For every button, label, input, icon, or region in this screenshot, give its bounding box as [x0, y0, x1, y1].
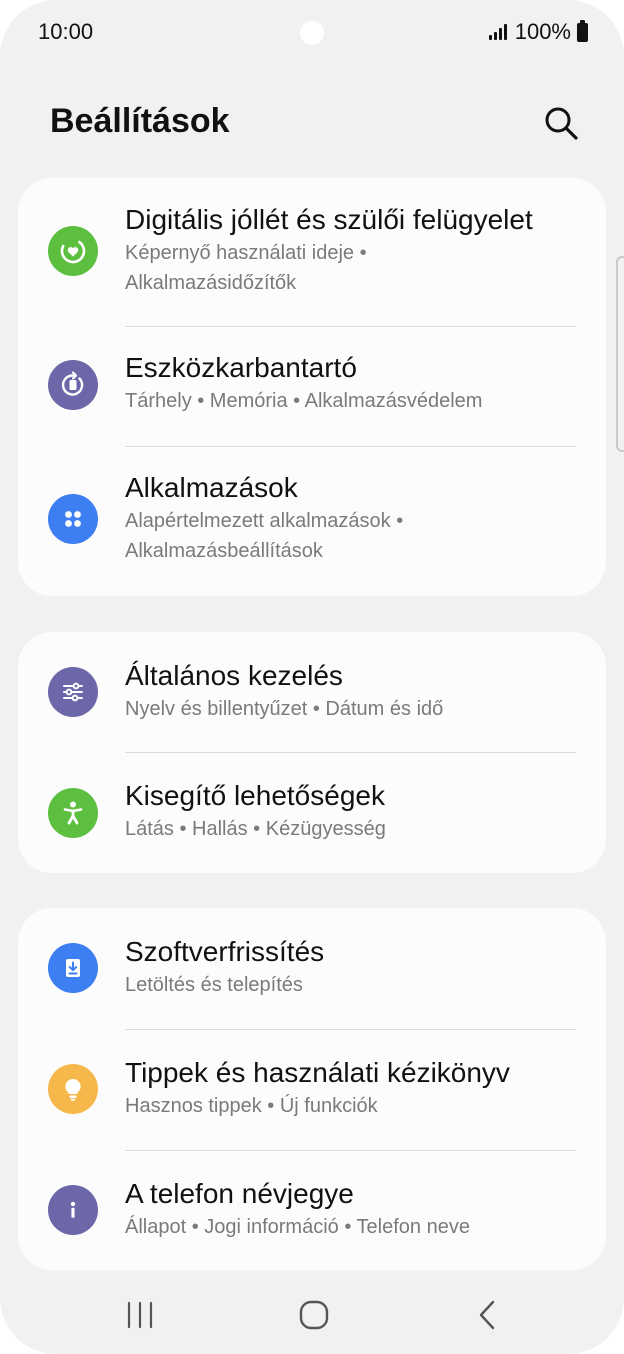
item-title: Eszközkarbantartó [125, 352, 357, 383]
scroll-indicator[interactable] [616, 256, 624, 452]
status-time: 10:00 [38, 19, 94, 44]
home-button[interactable] [284, 1288, 344, 1342]
item-subtitle: Látás • Hallás • Kézügyesség [125, 818, 386, 840]
settings-item-device-care[interactable]: Eszközkarbantartó Tárhely • Memória • Al… [18, 326, 606, 446]
item-subtitle: Hasznos tippek • Új funkciók [125, 1095, 378, 1117]
settings-item-general-management[interactable]: Általános kezelés Nyelv és billentyűzet … [18, 632, 606, 752]
search-icon [545, 107, 578, 140]
back-button[interactable] [458, 1288, 518, 1342]
item-subtitle: Alkalmazásidőzítők [125, 272, 297, 294]
digital-wellbeing-icon [48, 226, 98, 276]
item-title: Szoftverfrissítés [125, 936, 325, 967]
settings-item-digital-wellbeing[interactable]: Digitális jóllét és szülői felügyelet Ké… [18, 178, 606, 326]
settings-item-tips[interactable]: Tippek és használati kézikönyv Hasznos t… [18, 1029, 606, 1150]
accessibility-icon [48, 788, 98, 838]
item-subtitle: Állapot • Jogi információ • Telefon neve [125, 1216, 470, 1238]
apps-icon [48, 494, 98, 544]
settings-item-software-update[interactable]: Szoftverfrissítés Letöltés és telepítés [18, 908, 606, 1029]
item-subtitle: Tárhely • Memória • Alkalmazásvédelem [125, 390, 483, 412]
settings-item-apps[interactable]: Alkalmazások Alapértelmezett alkalmazáso… [18, 446, 606, 596]
recent-apps-icon [127, 1301, 153, 1329]
front-camera [300, 21, 324, 45]
settings-group-1: Digitális jóllét és szülői felügyelet Ké… [18, 178, 606, 596]
settings-item-about-phone[interactable]: A telefon névjegye Állapot • Jogi inform… [18, 1150, 606, 1270]
status-bar: 10:00 100% [0, 0, 624, 64]
back-icon [479, 1300, 495, 1330]
item-title: Alkalmazások [125, 472, 298, 503]
phone-screen: 10:00 100% Beállítások Digitális jóllét … [0, 0, 624, 1354]
download-icon [48, 943, 98, 993]
settings-item-accessibility[interactable]: Kisegítő lehetőségek Látás • Hallás • Ké… [18, 752, 606, 873]
lightbulb-icon [48, 1064, 98, 1114]
sliders-icon [48, 667, 98, 717]
item-title: Általános kezelés [125, 660, 343, 691]
signal-icon [488, 24, 507, 40]
item-subtitle: Alkalmazásbeállítások [125, 540, 323, 562]
status-indicators: 100% [488, 19, 588, 45]
item-subtitle: Nyelv és billentyűzet • Dátum és idő [125, 698, 444, 720]
settings-group-2: Általános kezelés Nyelv és billentyűzet … [18, 632, 606, 873]
battery-icon [577, 19, 588, 42]
item-title: Digitális jóllét és szülői felügyelet [125, 204, 533, 235]
settings-group-3: Szoftverfrissítés Letöltés és telepítés … [18, 908, 606, 1270]
page-title: Beállítások [50, 102, 230, 140]
item-title: Tippek és használati kézikönyv [125, 1057, 510, 1088]
home-icon [299, 1300, 329, 1330]
search-button[interactable] [540, 102, 582, 144]
item-subtitle: Letöltés és telepítés [125, 974, 303, 996]
navigation-bar [0, 1274, 624, 1354]
item-title: Kisegítő lehetőségek [125, 780, 385, 811]
recent-apps-button[interactable] [110, 1288, 170, 1342]
battery-level: 100% [514, 19, 571, 44]
item-subtitle: Alapértelmezett alkalmazások • [125, 510, 404, 532]
info-icon [48, 1185, 98, 1235]
item-title: A telefon névjegye [125, 1178, 354, 1209]
item-subtitle: Képernyő használati ideje • [125, 242, 367, 264]
device-care-icon [48, 360, 98, 410]
